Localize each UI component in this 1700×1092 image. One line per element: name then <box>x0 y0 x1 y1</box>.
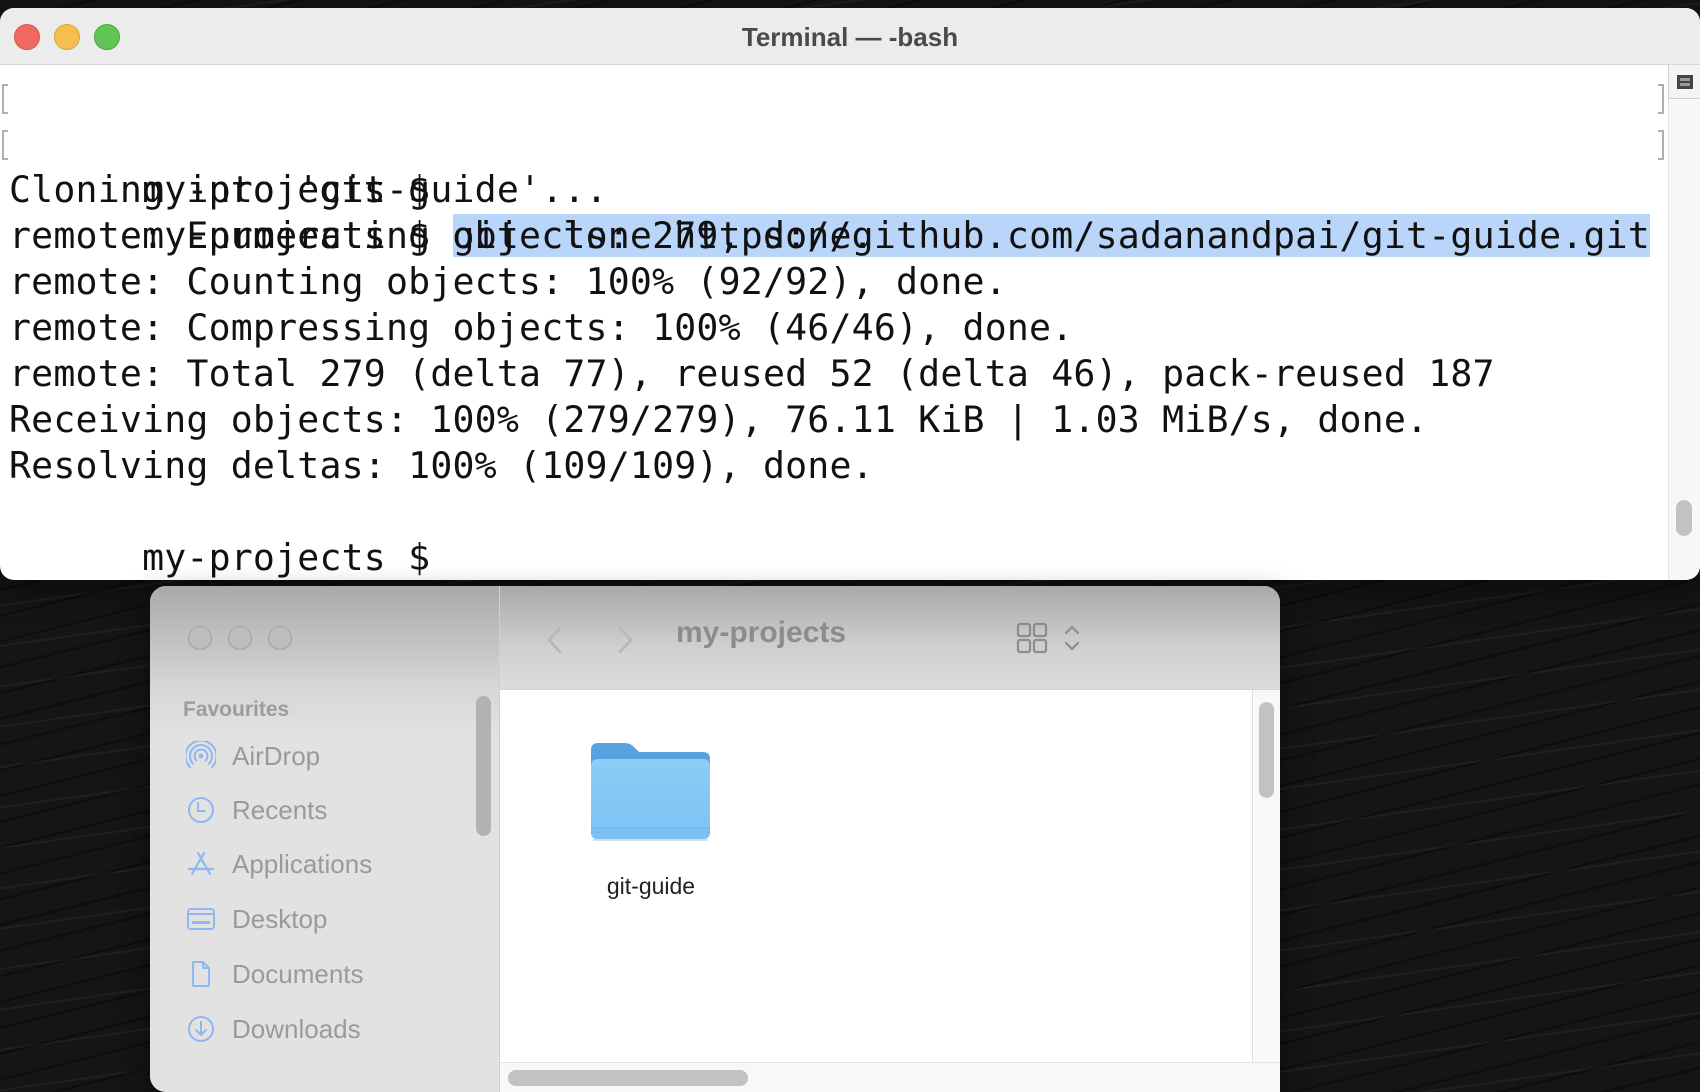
terminal-line: Cloning into 'git-guide'... <box>9 168 608 211</box>
finder-vertical-scrollbar[interactable] <box>1252 690 1280 1062</box>
terminal-line: remote: Counting objects: 100% (92/92), … <box>9 260 1007 303</box>
split-pane-button[interactable] <box>1668 65 1700 99</box>
sidebar-heading-favourites: Favourites <box>183 698 290 721</box>
maximize-button[interactable] <box>268 626 292 650</box>
sidebar-item-label: Recents <box>232 794 328 825</box>
terminal-window[interactable]: Terminal — -bash my-projects $ my-projec… <box>0 8 1700 580</box>
sidebar-scroll-thumb[interactable] <box>476 696 491 836</box>
terminal-line: my-projects $ git clone https://github.c… <box>0 121 1668 257</box>
finder-window-title: my-projects <box>676 616 847 649</box>
sidebar-item-recents[interactable]: Recents <box>186 790 466 830</box>
terminal-line: my-projects $ <box>0 489 1668 579</box>
sidebar-item-label: AirDrop <box>232 740 321 771</box>
airdrop-icon <box>186 741 216 771</box>
sidebar-item-label: Desktop <box>232 903 328 934</box>
terminal-line: remote: Compressing objects: 100% (46/46… <box>9 306 1074 349</box>
terminal-titlebar[interactable]: Terminal — -bash <box>0 8 1700 65</box>
document-icon <box>186 959 216 989</box>
sidebar-item-airdrop[interactable]: AirDrop <box>186 736 466 776</box>
terminal-title: Terminal — -bash <box>741 22 959 52</box>
terminal-line: Receiving objects: 100% (279/279), 76.11… <box>9 398 1429 441</box>
download-icon <box>186 1014 216 1044</box>
line-mark-left <box>2 130 8 160</box>
folder-icon <box>589 740 713 849</box>
finder-window[interactable]: Favourites AirDrop Recents Applications … <box>150 586 1280 1092</box>
finder-file-area[interactable]: git-guide <box>500 690 1252 1062</box>
finder-toolbar: my-projects <box>500 586 1280 690</box>
sidebar-item-applications[interactable]: Applications <box>186 844 466 884</box>
terminal-output[interactable]: my-projects $ my-projects $ git clone ht… <box>0 65 1668 580</box>
folder-name: git-guide <box>606 873 696 899</box>
desktop-icon <box>186 904 216 934</box>
prompt: my-projects $ <box>142 536 431 579</box>
vertical-scroll-thumb[interactable] <box>1259 702 1274 798</box>
close-button[interactable] <box>188 626 212 650</box>
applications-icon <box>186 849 216 879</box>
forward-button[interactable] <box>610 620 640 660</box>
finder-horizontal-scrollbar[interactable] <box>500 1062 1280 1092</box>
terminal-scrollbar[interactable] <box>1668 65 1700 580</box>
back-button[interactable] <box>540 620 570 660</box>
line-mark-left <box>2 84 8 114</box>
sidebar-item-label: Documents <box>232 958 364 989</box>
terminal-line: my-projects $ <box>0 75 1668 211</box>
folder-item-git-guide[interactable]: git-guide <box>586 740 716 900</box>
terminal-line: Resolving deltas: 100% (109/109), done. <box>9 444 874 487</box>
view-options-button[interactable] <box>1015 616 1095 660</box>
terminal-line: remote: Enumerating objects: 279, done. <box>9 214 874 257</box>
terminal-line: remote: Total 279 (delta 77), reused 52 … <box>9 352 1495 395</box>
sidebar-item-label: Downloads <box>232 1013 361 1044</box>
sidebar-item-downloads[interactable]: Downloads <box>186 1009 466 1049</box>
minimize-button[interactable] <box>228 626 252 650</box>
sidebar-item-documents[interactable]: Documents <box>186 954 466 994</box>
grid-view-icon <box>1016 622 1080 654</box>
finder-sidebar: Favourites AirDrop Recents Applications … <box>150 586 500 1092</box>
sidebar-item-desktop[interactable]: Desktop <box>186 899 466 939</box>
terminal-scroll-thumb[interactable] <box>1676 500 1692 536</box>
line-mark-right <box>1658 130 1664 160</box>
split-pane-icon <box>1676 74 1693 89</box>
horizontal-scroll-thumb[interactable] <box>508 1070 748 1086</box>
sidebar-item-label: Applications <box>232 848 373 879</box>
line-mark-right <box>1658 84 1664 114</box>
clock-icon <box>186 795 216 825</box>
